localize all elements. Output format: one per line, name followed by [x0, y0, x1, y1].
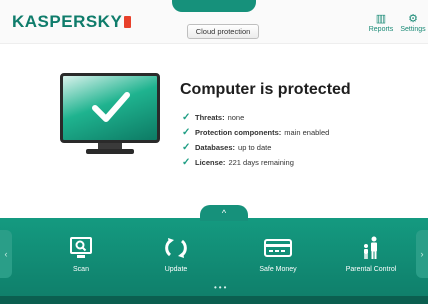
status-item-label: Threats:	[195, 113, 225, 122]
status-list: ✓ Threats: none ✓ Protection components:…	[182, 110, 329, 170]
lab-mark-icon	[124, 16, 132, 28]
scan-button[interactable]: Scan	[41, 236, 121, 273]
monitor-screen	[60, 73, 160, 143]
scroll-left-button[interactable]: ‹	[0, 230, 12, 278]
settings-button[interactable]: ⚙ Settings	[396, 12, 428, 33]
status-item-threats: ✓ Threats: none	[182, 110, 329, 125]
chevron-up-icon: ^	[221, 208, 227, 218]
gear-icon: ⚙	[408, 13, 418, 25]
scroll-right-button[interactable]: ›	[416, 230, 428, 278]
header: KASPERSKY Cloud protection ▥ Reports ⚙ S…	[0, 0, 428, 44]
safe-money-button[interactable]: Safe Money	[238, 236, 318, 273]
reports-button[interactable]: ▥ Reports	[364, 12, 398, 33]
parental-control-button[interactable]: Parental Control	[331, 236, 411, 273]
check-icon: ✓	[182, 112, 191, 123]
chevron-left-icon: ‹	[4, 249, 8, 259]
status-item-license: ✓ License: 221 days remaining	[182, 155, 329, 170]
chevron-right-icon: ›	[420, 249, 424, 259]
status-item-protection: ✓ Protection components: main enabled	[182, 125, 329, 140]
tool-label: Update	[164, 266, 188, 273]
tool-label: Parental Control	[345, 266, 397, 273]
status-item-value: 221 days remaining	[228, 158, 294, 167]
cloud-tab-decoration	[172, 0, 256, 12]
scan-icon	[70, 237, 92, 258]
check-icon: ✓	[182, 157, 191, 168]
status-item-databases: ✓ Databases: up to date	[182, 140, 329, 155]
cloud-protection-button[interactable]: Cloud protection	[187, 24, 259, 39]
card-icon	[264, 239, 292, 257]
tools-panel-footer	[0, 296, 428, 304]
status-title: Computer is protected	[180, 81, 351, 98]
status-item-value: none	[227, 113, 245, 122]
update-icon	[165, 238, 187, 258]
tool-label: Safe Money	[259, 266, 297, 273]
status-item-value: main enabled	[284, 128, 330, 137]
family-icon	[364, 236, 377, 259]
settings-label: Settings	[400, 26, 426, 33]
expand-panel-button[interactable]: ^	[200, 205, 248, 221]
status-item-label: Protection components:	[195, 128, 282, 137]
protection-monitor-illustration	[60, 73, 160, 155]
status-item-label: License:	[195, 158, 226, 167]
reports-icon: ▥	[375, 13, 387, 25]
page-indicator-dots: •••	[214, 283, 229, 292]
monitor-base	[86, 149, 134, 154]
kaspersky-logo: KASPERSKY	[12, 12, 132, 32]
update-button[interactable]: Update	[136, 236, 216, 273]
tool-label: Scan	[73, 266, 89, 273]
logo-text: KASPERSKY	[12, 12, 123, 31]
status-item-value: up to date	[238, 143, 272, 152]
check-icon: ✓	[182, 127, 191, 138]
status-item-label: Databases:	[195, 143, 236, 152]
reports-label: Reports	[368, 26, 394, 33]
check-icon: ✓	[182, 142, 191, 153]
checkmark-icon	[92, 92, 130, 122]
